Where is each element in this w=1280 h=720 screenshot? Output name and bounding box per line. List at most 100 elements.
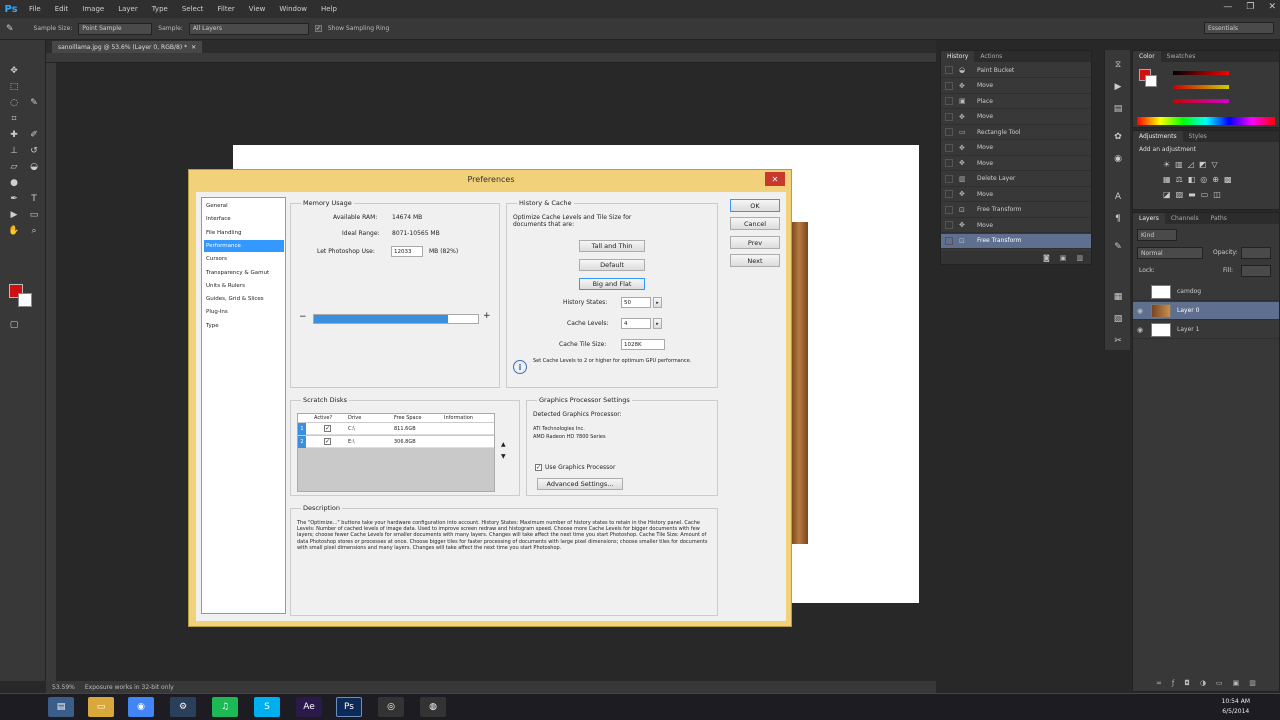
posterize-icon[interactable]: ▨ [1176, 190, 1189, 199]
move-tool-icon[interactable]: ✥ [6, 64, 22, 78]
use-gpu-checkbox[interactable]: ✓ [535, 464, 542, 471]
sample-size-select[interactable]: Point Sample [78, 22, 153, 35]
default-button[interactable]: Default [579, 259, 645, 271]
trash-icon[interactable]: ▥ [1249, 679, 1256, 691]
document-tab[interactable]: sanoillama.jpg @ 53.6% (Layer 0, RGB/8) … [52, 41, 203, 53]
tab-history[interactable]: History [941, 51, 975, 62]
history-row[interactable]: ✥ Move [941, 187, 1091, 202]
tab-styles[interactable]: Styles [1183, 131, 1213, 142]
menu-view[interactable]: View [242, 5, 273, 13]
snapshot-checkbox[interactable] [945, 174, 953, 183]
tab-layers[interactable]: Layers [1133, 213, 1165, 224]
quick-mask-icon[interactable] [6, 276, 22, 290]
background-color-swatch[interactable] [18, 293, 32, 307]
properties-icon[interactable]: ▶ [1111, 80, 1125, 94]
nav-item[interactable]: File Handling [204, 227, 284, 239]
steam-icon[interactable]: ⚙ [170, 697, 196, 717]
big-flat-button[interactable]: Big and Flat [579, 278, 645, 290]
tab-channels[interactable]: Channels [1165, 213, 1205, 224]
show-ring-checkbox[interactable]: ✓ [314, 25, 322, 32]
close-icon[interactable]: ✕ [191, 44, 196, 51]
hand-tool-icon[interactable]: ✋ [6, 224, 22, 238]
character-icon[interactable]: A [1111, 190, 1125, 204]
sample-select[interactable]: All Layers [188, 22, 309, 35]
after-effects-icon[interactable]: Ae [296, 697, 322, 717]
history-row[interactable]: ✥ Move [941, 110, 1091, 125]
layer-row[interactable]: camdog [1133, 283, 1279, 301]
prev-button[interactable]: Prev [730, 236, 780, 249]
history-brush-icon[interactable]: ↺ [26, 144, 42, 158]
cancel-button[interactable]: Cancel [730, 217, 780, 230]
slider-plus[interactable]: + [483, 311, 491, 321]
menu-layer[interactable]: Layer [111, 5, 145, 13]
fx-icon[interactable]: ƒ [1172, 679, 1174, 691]
levels-icon[interactable]: ▥ [1175, 160, 1188, 169]
nav-item[interactable]: Cursors [204, 253, 284, 265]
mixer-icon[interactable]: ⊕ [1212, 175, 1224, 184]
cache-levels-input[interactable]: 4 [621, 318, 651, 329]
next-button[interactable]: Next [730, 254, 780, 267]
nav-item[interactable]: Plug-Ins [204, 306, 284, 318]
snapshot-checkbox[interactable] [945, 81, 953, 90]
eyedropper-tool-icon[interactable]: ✎ [26, 96, 42, 110]
menu-window[interactable]: Window [272, 5, 314, 13]
history-row[interactable]: ⊡ Free Transform [941, 203, 1091, 218]
system-clock[interactable]: 10:54 AM 6/5/2014 [1222, 697, 1250, 717]
layer-row[interactable]: ◉ Layer 0 [1133, 302, 1279, 320]
nav-item[interactable]: Guides, Grid & Slices [204, 293, 284, 305]
spectrum-bar[interactable] [1137, 117, 1275, 125]
dialog-close-button[interactable]: ✕ [765, 172, 785, 186]
brush-tool-icon[interactable]: ✐ [26, 128, 42, 142]
snapshot-checkbox[interactable] [945, 205, 953, 214]
menu-help[interactable]: Help [314, 5, 344, 13]
invert-icon[interactable]: ◪ [1163, 190, 1176, 199]
photo-filter-icon[interactable]: ◎ [1200, 175, 1212, 184]
active-checkbox[interactable]: ✓ [324, 438, 331, 445]
history-row[interactable]: ▥ Delete Layer [941, 172, 1091, 187]
table-row[interactable]: 1 ✓ C:\ 811.6GB [298, 423, 494, 435]
menu-image[interactable]: Image [75, 5, 111, 13]
nav-item[interactable]: Interface [204, 213, 284, 225]
file-explorer-icon[interactable]: ▭ [88, 697, 114, 717]
lookup-icon[interactable]: ▩ [1224, 175, 1237, 184]
screen-mode-icon[interactable]: ▢ [6, 318, 22, 332]
explorer-file-icon[interactable]: ▤ [48, 697, 74, 717]
history-states-stepper[interactable]: ▸ [653, 297, 662, 308]
hue-icon[interactable]: ▦ [1163, 175, 1176, 184]
menu-select[interactable]: Select [175, 5, 211, 13]
gradient-map-icon[interactable]: ▭ [1201, 190, 1214, 199]
snapshot-checkbox[interactable] [945, 236, 953, 245]
folder-icon[interactable]: ▭ [1216, 679, 1223, 691]
zoom-level[interactable]: 53.59% [52, 684, 75, 691]
history-row[interactable]: ◒ Paint Bucket [941, 63, 1091, 78]
clone-source-icon[interactable]: ◉ [1111, 152, 1125, 166]
table-row[interactable]: 2 ✓ E:\ 306.8GB [298, 436, 494, 448]
vibrance-icon[interactable]: ▽ [1211, 160, 1222, 169]
threshold-icon[interactable]: ▬ [1188, 190, 1201, 199]
bw-icon[interactable]: ◧ [1188, 175, 1201, 184]
paint-bucket-icon[interactable]: ◒ [26, 160, 42, 174]
layer-row[interactable]: ◉ Layer 1 [1133, 321, 1279, 339]
brightness-icon[interactable]: ☀ [1163, 160, 1175, 169]
slider-minus[interactable]: − [299, 312, 307, 322]
nav-item[interactable]: Units & Rulers [204, 280, 284, 292]
menu-type[interactable]: Type [145, 5, 175, 13]
styles-icon[interactable]: ▧ [1111, 312, 1125, 326]
balance-icon[interactable]: ⚖ [1176, 175, 1188, 184]
mask-icon[interactable]: ◘ [1184, 679, 1190, 691]
move-down-icon[interactable]: ▼ [501, 453, 506, 460]
tools-icon[interactable]: ✂ [1111, 334, 1125, 348]
blue-slider[interactable] [1173, 99, 1229, 103]
path-select-icon[interactable]: ▶ [6, 208, 22, 222]
eye-icon[interactable]: ◉ [1137, 326, 1147, 334]
move-up-icon[interactable]: ▲ [501, 441, 506, 448]
workspace-select[interactable]: Essentials [1204, 22, 1274, 34]
tall-thin-button[interactable]: Tall and Thin [579, 240, 645, 252]
shape-tool-icon[interactable]: ▭ [26, 208, 42, 222]
new-layer-icon[interactable]: ▣ [1233, 679, 1240, 691]
history-row[interactable]: ▭ Rectangle Tool [941, 125, 1091, 140]
marquee-tool-icon[interactable]: ⬚ [6, 80, 22, 94]
app-icon[interactable]: ◎ [378, 697, 404, 717]
memory-input[interactable]: 12033 [391, 246, 423, 257]
type-tool-icon[interactable]: T [26, 192, 42, 206]
